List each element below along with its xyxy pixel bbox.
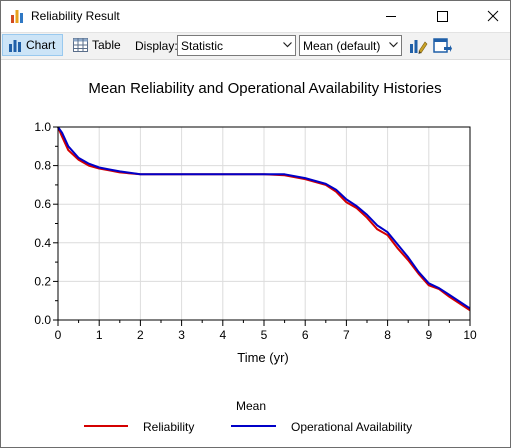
y-tick-label: 0.8 (34, 159, 51, 173)
x-tick-label: 1 (96, 328, 103, 342)
bar-chart-icon (9, 40, 21, 52)
display-label: Display: (135, 39, 178, 53)
chevron-down-icon (389, 42, 398, 48)
chart-area: Mean Reliability and Operational Availab… (1, 60, 510, 447)
display-select-value: Statistic (181, 39, 224, 53)
x-tick-label: 0 (55, 328, 62, 342)
legend-title: Mean (236, 399, 266, 413)
y-tick-label: 0.4 (34, 236, 51, 250)
y-tick-label: 0.6 (34, 197, 51, 211)
y-tick-label: 1.0 (34, 120, 51, 134)
export-icon[interactable] (431, 36, 453, 56)
chevron-down-icon (283, 42, 292, 48)
x-tick-label: 4 (219, 328, 226, 342)
table-view-label: Table (92, 38, 121, 52)
x-tick-label: 7 (343, 328, 350, 342)
window-title: Reliability Result (31, 9, 120, 23)
x-tick-label: 9 (425, 328, 432, 342)
x-tick-label: 5 (261, 328, 268, 342)
legend-label-operational-availability: Operational Availability (291, 420, 412, 434)
minimize-icon[interactable] (374, 1, 408, 32)
y-tick-label: 0.2 (34, 274, 51, 288)
toolbar: Chart Table Display: Statistic Mean (def… (1, 33, 510, 60)
x-axis-label: Time (yr) (237, 350, 289, 365)
y-tick-label: 0.0 (34, 313, 51, 327)
table-view-button[interactable]: Table (67, 34, 123, 56)
chart-view-button[interactable]: Chart (2, 34, 63, 56)
x-tick-label: 2 (137, 328, 144, 342)
x-tick-label: 10 (463, 328, 477, 342)
table-icon (73, 38, 88, 52)
reliability-chart: Mean Reliability and Operational Availab… (34, 80, 477, 434)
x-tick-label: 3 (178, 328, 185, 342)
bar-chart-app-icon (11, 10, 23, 23)
chart-title: Mean Reliability and Operational Availab… (88, 80, 441, 97)
chart-view-label: Chart (26, 38, 56, 52)
statistic-select[interactable]: Mean (default) (299, 35, 402, 56)
x-tick-label: 6 (302, 328, 309, 342)
x-tick-label: 8 (384, 328, 391, 342)
legend-label-reliability: Reliability (143, 420, 194, 434)
maximize-icon[interactable] (425, 1, 459, 32)
chart-properties-icon[interactable] (407, 36, 429, 56)
close-icon[interactable] (476, 1, 510, 32)
title-bar[interactable]: Reliability Result (1, 1, 510, 33)
reliability-result-window: Reliability Result Chart Table Display: … (0, 0, 511, 448)
statistic-select-value: Mean (default) (303, 39, 381, 53)
display-select[interactable]: Statistic (177, 35, 296, 56)
